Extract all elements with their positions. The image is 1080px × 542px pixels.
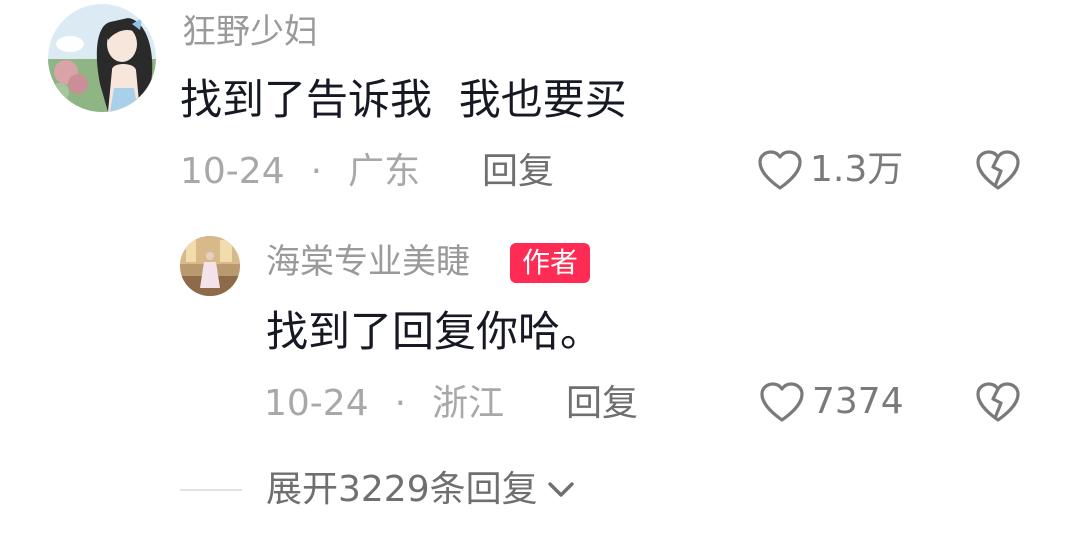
reply-meta: 10-24 · 浙江 bbox=[264, 382, 504, 426]
expand-replies-label: 展开3229条回复 bbox=[266, 469, 538, 510]
meta-separator: · bbox=[394, 383, 407, 424]
author-username[interactable]: 海棠专业美睫 bbox=[266, 242, 470, 282]
dislike-button[interactable] bbox=[974, 148, 1022, 192]
comment-location: 广东 bbox=[348, 151, 421, 192]
like-button[interactable]: 7374 bbox=[758, 380, 904, 424]
author-avatar[interactable] bbox=[180, 236, 240, 296]
author-badge: 作者 bbox=[510, 243, 591, 283]
like-button[interactable]: 1.3万 bbox=[756, 148, 903, 192]
chevron-down-icon bbox=[547, 482, 574, 497]
comment-text: 找到了告诉我 我也要买 bbox=[180, 75, 627, 124]
heart-icon bbox=[758, 150, 802, 190]
expand-divider bbox=[180, 489, 242, 491]
heart-icon bbox=[760, 382, 804, 422]
broken-heart-icon bbox=[976, 150, 1020, 190]
commenter-username[interactable]: 狂野少妇 bbox=[182, 12, 318, 52]
expand-replies-button[interactable]: 展开3229条回复 bbox=[180, 468, 576, 512]
broken-heart-icon bbox=[976, 382, 1020, 422]
dislike-button[interactable] bbox=[974, 380, 1022, 424]
reply-date: 10-24 bbox=[264, 383, 369, 424]
commenter-avatar[interactable] bbox=[48, 4, 156, 112]
like-count: 1.3万 bbox=[810, 149, 904, 190]
reply-text: 找到了回复你哈。 bbox=[266, 307, 603, 356]
reply-button[interactable]: 回复 bbox=[566, 382, 638, 426]
photo-avatar-icon bbox=[180, 236, 240, 296]
anime-girl-avatar-icon bbox=[48, 4, 156, 112]
reply-button[interactable]: 回复 bbox=[482, 150, 554, 194]
comment-date: 10-24 bbox=[180, 151, 285, 192]
meta-separator: · bbox=[310, 151, 323, 192]
comment-meta: 10-24 · 广东 bbox=[180, 150, 420, 194]
like-count: 7374 bbox=[812, 381, 904, 422]
reply-location: 浙江 bbox=[432, 383, 505, 424]
